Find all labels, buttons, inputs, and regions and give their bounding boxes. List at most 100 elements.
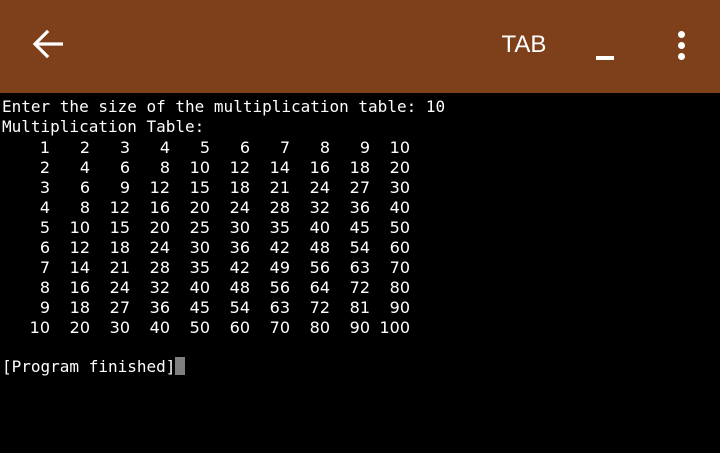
table-cell: 27: [349, 178, 370, 197]
table-cell: 72: [309, 298, 330, 317]
table-cell: 16: [69, 278, 90, 297]
table-cell: 40: [389, 198, 410, 217]
table-cell: 10: [69, 218, 90, 237]
table-cell: 4: [79, 158, 90, 177]
table-cell: 4: [159, 138, 170, 157]
table-cell: 20: [69, 318, 90, 337]
table-cell: 100: [379, 318, 410, 337]
table-cell: 90: [389, 298, 410, 317]
table-cell: 35: [269, 218, 290, 237]
table-cell: 49: [269, 258, 290, 277]
table-cell: 28: [269, 198, 290, 217]
tab-key-button[interactable]: TAB: [492, 26, 556, 64]
table-cell: 24: [109, 278, 130, 297]
table-cell: 10: [29, 318, 50, 337]
table-cell: 30: [389, 178, 410, 197]
table-cell: 32: [149, 278, 170, 297]
table-cell: 18: [69, 298, 90, 317]
table-cell: 42: [269, 238, 290, 257]
table-cell: 5: [39, 218, 50, 237]
table-cell: 16: [309, 158, 330, 177]
table-cell: 40: [189, 278, 210, 297]
input-prompt-line: Enter the size of the multiplication tab…: [2, 97, 446, 116]
table-cell: 45: [349, 218, 370, 237]
table-cell: 30: [229, 218, 250, 237]
table-cell: 72: [349, 278, 370, 297]
table-cell: 12: [109, 198, 130, 217]
minimize-bar-icon: [596, 56, 614, 60]
table-cell: 8: [79, 198, 90, 217]
table-cell: 28: [149, 258, 170, 277]
table-cell: 1: [39, 138, 50, 157]
table-cell: 15: [109, 218, 130, 237]
program-finished-text: [Program finished]: [2, 357, 176, 376]
table-cell: 32: [309, 198, 330, 217]
table-cell: 21: [109, 258, 130, 277]
table-cell: 2: [39, 158, 50, 177]
table-cell: 2: [79, 138, 90, 157]
table-cell: 45: [189, 298, 210, 317]
table-cell: 70: [269, 318, 290, 337]
menu-dot-icon: [678, 31, 685, 38]
table-cell: 6: [119, 158, 130, 177]
table-cell: 9: [39, 298, 50, 317]
table-cell: 80: [309, 318, 330, 337]
table-cell: 14: [69, 258, 90, 277]
table-cell: 90: [349, 318, 370, 337]
table-cell: 48: [309, 238, 330, 257]
table-cell: 35: [189, 258, 210, 277]
back-arrow-icon[interactable]: [32, 29, 66, 59]
table-cell: 10: [389, 138, 410, 157]
table-cell: 56: [269, 278, 290, 297]
table-cell: 70: [389, 258, 410, 277]
table-cell: 36: [229, 238, 250, 257]
minimize-button[interactable]: [588, 36, 622, 70]
table-cell: 12: [69, 238, 90, 257]
table-cell: 20: [389, 158, 410, 177]
table-cell: 8: [319, 138, 330, 157]
table-cell: 36: [349, 198, 370, 217]
table-cell: 25: [189, 218, 210, 237]
table-cell: 60: [229, 318, 250, 337]
multiplication-table: 1 2 3 4 5 6 7 8 9 10 2 4 6 8 10 12 14 16 18 20 3 6 9 12 15 18 21 24…: [0, 138, 420, 338]
table-cell: 8: [39, 278, 50, 297]
table-cell: 27: [109, 298, 130, 317]
table-cell: 30: [189, 238, 210, 257]
table-cell: 18: [109, 238, 130, 257]
table-cell: 3: [119, 138, 130, 157]
table-cell: 7: [39, 258, 50, 277]
menu-dot-icon: [678, 42, 685, 49]
table-cell: 64: [309, 278, 330, 297]
table-cell: 6: [79, 178, 90, 197]
table-cell: 24: [309, 178, 330, 197]
table-cell: 80: [389, 278, 410, 297]
program-finished-line: [Program finished]: [2, 357, 186, 377]
table-heading-line: Multiplication Table:: [2, 117, 205, 136]
table-cell: 10: [189, 158, 210, 177]
terminal-cursor: [175, 357, 186, 375]
table-cell: 50: [389, 218, 410, 237]
table-cell: 54: [349, 238, 370, 257]
table-cell: 20: [189, 198, 210, 217]
table-cell: 21: [269, 178, 290, 197]
table-cell: 8: [159, 158, 170, 177]
table-cell: 54: [229, 298, 250, 317]
table-cell: 24: [229, 198, 250, 217]
table-cell: 40: [309, 218, 330, 237]
table-cell: 5: [199, 138, 210, 157]
table-cell: 42: [229, 258, 250, 277]
table-cell: 6: [39, 238, 50, 257]
table-cell: 48: [229, 278, 250, 297]
menu-dot-icon: [678, 53, 685, 60]
overflow-menu-button[interactable]: [664, 24, 698, 66]
table-cell: 56: [309, 258, 330, 277]
table-cell: 30: [109, 318, 130, 337]
table-cell: 3: [39, 178, 50, 197]
table-cell: 63: [269, 298, 290, 317]
table-cell: 18: [229, 178, 250, 197]
table-cell: 9: [359, 138, 370, 157]
table-cell: 12: [149, 178, 170, 197]
table-cell: 63: [349, 258, 370, 277]
terminal-output[interactable]: Enter the size of the multiplication tab…: [0, 96, 720, 453]
table-cell: 40: [149, 318, 170, 337]
